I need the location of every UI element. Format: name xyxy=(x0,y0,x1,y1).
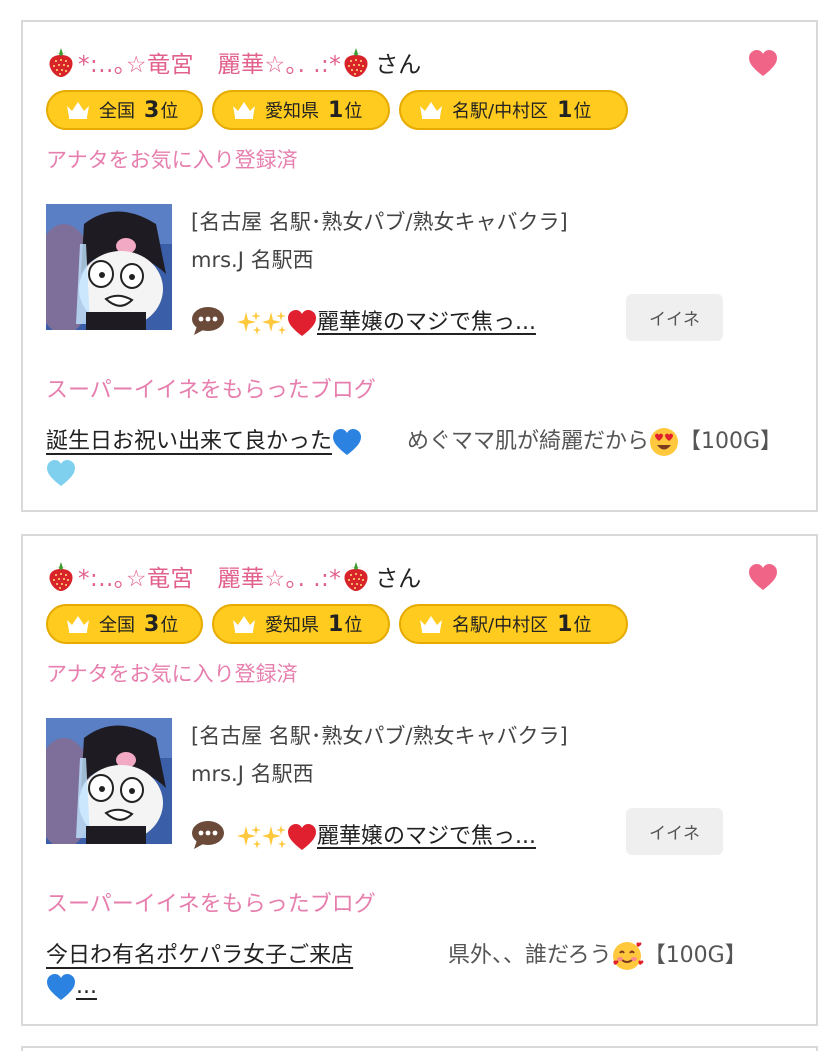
like-button[interactable]: イイネ xyxy=(626,294,723,341)
rank-number: 1 xyxy=(328,97,344,123)
rank-badge-national[interactable]: 全国 3 位 xyxy=(46,90,203,130)
rank-number: 1 xyxy=(557,611,573,637)
sparkles-icon xyxy=(237,311,261,335)
favorite-user-card: *:..｡☆竜宮 麗華☆｡. .:* さん 全国 3 位 愛知県 1 位 名駅/… xyxy=(21,534,818,1026)
rank-number: 1 xyxy=(557,97,573,123)
rank-badge-area[interactable]: 名駅/中村区 1 位 xyxy=(399,604,628,644)
user-name-row[interactable]: *:..｡☆竜宮 麗華☆｡. .:* さん xyxy=(46,44,421,80)
like-button[interactable]: イイネ xyxy=(626,808,723,855)
shop-category: [名古屋 名駅･熟女パブ/熟女キャバクラ] xyxy=(191,210,568,234)
favorite-user-card: *:..｡☆竜宮 麗華☆｡. .:* さん 全国 3 位 愛知県 1 位 名駅/… xyxy=(21,20,818,512)
shop-category: [名古屋 名駅･熟女パブ/熟女キャバクラ] xyxy=(191,724,568,748)
strawberry-icon xyxy=(344,562,368,591)
rank-badge-prefecture[interactable]: 愛知県 1 位 xyxy=(212,90,390,130)
red-heart-icon xyxy=(288,824,316,850)
speech-bubble-icon xyxy=(192,820,224,849)
crown-icon xyxy=(67,102,89,119)
sparkles-icon xyxy=(262,311,286,335)
sparkles-icon xyxy=(237,825,261,849)
user-name-row[interactable]: *:..｡☆竜宮 麗華☆｡. .:* さん xyxy=(46,558,421,594)
rank-suffix: 位 xyxy=(344,101,363,122)
super-like-blog-text: 今日わ有名ポケパラ女子ご来店 xyxy=(46,943,354,968)
blog-title-link[interactable]: 麗華嬢のマジで焦っ... xyxy=(237,818,536,851)
rank-number: 1 xyxy=(328,611,344,637)
avatar-image xyxy=(46,718,172,844)
honorific-suffix: さん xyxy=(375,52,422,78)
crown-icon xyxy=(67,616,89,633)
rank-suffix: 位 xyxy=(160,101,179,122)
latest-blog-row: 麗華嬢のマジで焦っ... xyxy=(191,304,536,337)
honorific-suffix: さん xyxy=(375,566,422,592)
rank-number: 3 xyxy=(144,97,160,123)
store-name[interactable]: mrs.J 名駅西 xyxy=(191,758,314,788)
heart-eyes-emoji xyxy=(650,428,679,456)
rank-suffix: 位 xyxy=(344,615,363,636)
super-like-heading: スーパーイイネをもらったブログ xyxy=(46,378,376,403)
user-name[interactable]: *:..｡☆竜宮 麗華☆｡. .:* xyxy=(78,559,341,593)
red-heart-icon xyxy=(288,310,316,336)
ranking-badges: 全国 3 位 愛知県 1 位 名駅/中村区 1 位 xyxy=(46,90,628,130)
super-like-comment: 県外、、誰だろう 【100G】 xyxy=(448,940,808,971)
user-name[interactable]: *:..｡☆竜宮 麗華☆｡. .:* xyxy=(78,45,341,79)
next-card-edge xyxy=(21,1046,818,1051)
blog-title-text: 麗華嬢のマジで焦っ... xyxy=(317,310,536,335)
rank-label: 名駅/中村区 xyxy=(452,101,549,122)
blog-title-text: 麗華嬢のマジで焦っ... xyxy=(317,824,536,849)
favorite-status: アナタをお気に入り登録済 xyxy=(46,662,298,686)
rank-badge-prefecture[interactable]: 愛知県 1 位 xyxy=(212,604,390,644)
rank-suffix: 位 xyxy=(573,101,592,122)
crown-icon xyxy=(420,616,442,633)
blue-heart-icon xyxy=(333,429,362,455)
rank-label: 愛知県 xyxy=(265,615,319,636)
heart-icon[interactable] xyxy=(748,563,778,591)
rank-suffix: 位 xyxy=(160,615,179,636)
latest-blog-row: 麗華嬢のマジで焦っ... xyxy=(191,818,536,851)
blog-title-link[interactable]: 麗華嬢のマジで焦っ... xyxy=(237,304,536,337)
strawberry-icon xyxy=(49,562,73,591)
light-blue-heart-icon xyxy=(47,460,75,486)
super-like-comment: めぐママ肌が綺麗だから 【100G】 xyxy=(407,426,797,457)
rank-suffix: 位 xyxy=(573,615,592,636)
ranking-badges: 全国 3 位 愛知県 1 位 名駅/中村区 1 位 xyxy=(46,604,628,644)
super-like-heading: スーパーイイネをもらったブログ xyxy=(46,892,376,917)
crown-icon xyxy=(233,102,255,119)
rank-label: 全国 xyxy=(99,101,135,122)
strawberry-icon xyxy=(344,48,368,77)
rank-badge-national[interactable]: 全国 3 位 xyxy=(46,604,203,644)
super-like-blog-link[interactable]: 今日わ有名ポケパラ女子ご来店... xyxy=(46,940,406,1002)
store-name[interactable]: mrs.J 名駅西 xyxy=(191,244,314,274)
smiling-hearts-emoji xyxy=(612,942,644,970)
rank-label: 愛知県 xyxy=(265,101,319,122)
blue-heart-icon xyxy=(47,974,75,1000)
strawberry-icon xyxy=(49,48,73,77)
rank-badge-area[interactable]: 名駅/中村区 1 位 xyxy=(399,90,628,130)
crown-icon xyxy=(420,102,442,119)
super-like-blog-ellipsis: ... xyxy=(76,974,97,999)
avatar[interactable] xyxy=(46,718,172,844)
rank-number: 3 xyxy=(144,611,160,637)
avatar-image xyxy=(46,204,172,330)
super-like-comment-text: 県外、、誰だろう xyxy=(448,943,612,968)
super-like-comment-text: めぐママ肌が綺麗だから xyxy=(407,429,650,454)
speech-bubble-icon xyxy=(192,306,224,335)
crown-icon xyxy=(233,616,255,633)
super-like-blog-text: 誕生日お祝い出来て良かった xyxy=(46,429,333,454)
sparkles-icon xyxy=(262,825,286,849)
avatar[interactable] xyxy=(46,204,172,330)
super-like-gift: 【100G】 xyxy=(679,429,783,454)
favorite-status: アナタをお気に入り登録済 xyxy=(46,148,298,172)
heart-icon[interactable] xyxy=(748,49,778,77)
rank-label: 全国 xyxy=(99,615,135,636)
rank-label: 名駅/中村区 xyxy=(452,615,549,636)
super-like-blog-link[interactable]: 誕生日お祝い出来て良かった xyxy=(46,426,406,488)
super-like-gift: 【100G】 xyxy=(643,943,747,968)
